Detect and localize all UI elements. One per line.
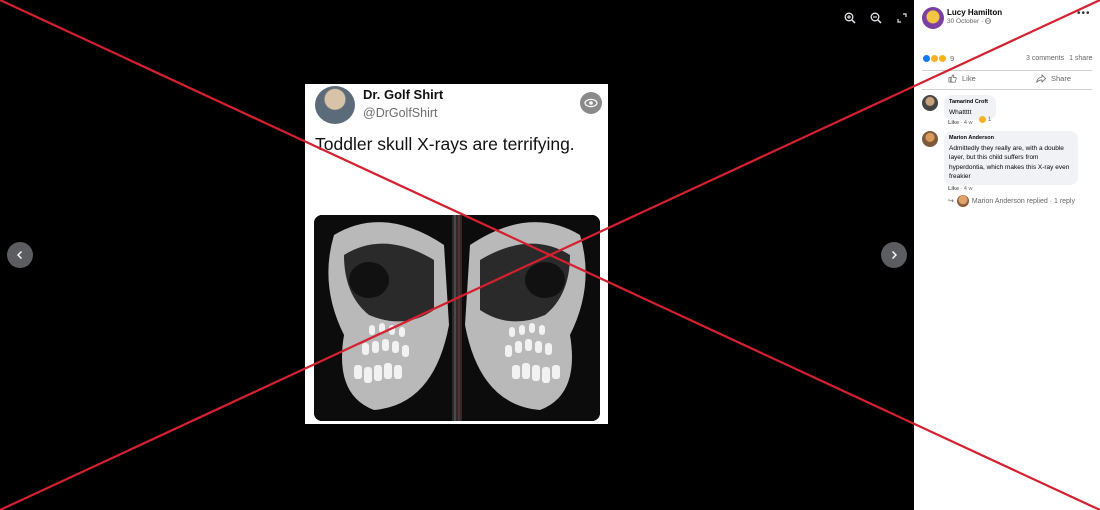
like-button[interactable]: Like: [948, 74, 976, 83]
divider: [922, 70, 1092, 71]
comment-text: Admittedly they really are, with a doubl…: [949, 144, 1070, 181]
next-photo-button[interactable]: [881, 242, 907, 268]
comment-bubble: Marion Anderson Admittedly they really a…: [944, 131, 1078, 185]
comment-like-button[interactable]: Like: [948, 186, 959, 192]
comment-author[interactable]: Tamarind Croft: [949, 98, 991, 108]
reply-arrow-icon: ↪: [948, 198, 954, 205]
photo-viewer: Dr. Golf Shirt @DrGolfShirt Toddler skul…: [0, 0, 1100, 510]
commenter-avatar[interactable]: [922, 95, 938, 111]
thumbs-up-icon: [948, 74, 957, 83]
skull-xray-image: [314, 215, 600, 421]
haha-reaction-icon: [979, 116, 986, 123]
image-viewer-area: Dr. Golf Shirt @DrGolfShirt Toddler skul…: [0, 0, 914, 510]
comment-meta: Like · 4 w: [948, 186, 972, 192]
post-date-text: 30 October ·: [947, 18, 984, 25]
post-details-panel: Lucy Hamilton 30 October · ••• 9 3 comme…: [914, 0, 1100, 510]
tweet-screenshot-image: Dr. Golf Shirt @DrGolfShirt Toddler skul…: [305, 84, 608, 424]
share-button[interactable]: Share: [1036, 74, 1071, 83]
share-label: Share: [1051, 74, 1072, 83]
reaction-count: 9: [950, 54, 955, 63]
globe-icon: [985, 18, 991, 24]
tweet-text: Toddler skull X-rays are terrifying.: [315, 134, 575, 154]
commenter-avatar[interactable]: [922, 131, 938, 147]
chevron-left-icon: [17, 251, 22, 259]
zoom-out-icon[interactable]: [868, 10, 884, 26]
comment-reaction-badge[interactable]: 1: [979, 116, 991, 123]
viewer-toolbar: [842, 10, 910, 26]
comment-author[interactable]: Marion Anderson: [949, 134, 1073, 144]
reactions-summary[interactable]: 9: [922, 54, 954, 63]
share-icon: [1036, 74, 1046, 83]
chevron-right-icon: [892, 251, 897, 259]
poster-name[interactable]: Lucy Hamilton: [947, 8, 1002, 17]
reply-summary: Marion Anderson replied · 1 reply: [971, 197, 1075, 205]
comment-reaction-count: 1: [988, 116, 992, 123]
more-options-icon[interactable]: •••: [1077, 8, 1091, 19]
eye-icon: [580, 92, 602, 114]
divider: [922, 89, 1092, 90]
replier-avatar: [956, 195, 969, 207]
comment-time: · 4 w: [960, 120, 973, 126]
comment-time: · 4 w: [960, 186, 973, 192]
tweet-author-handle: @DrGolfShirt: [363, 106, 438, 120]
tweet-avatar: [315, 86, 355, 124]
haha-reaction-icon: [938, 54, 947, 63]
zoom-in-icon[interactable]: [842, 10, 858, 26]
tweet-author-name: Dr. Golf Shirt: [363, 87, 444, 102]
comment-like-button[interactable]: Like: [948, 120, 959, 126]
comments-count[interactable]: 3 comments: [1026, 55, 1064, 62]
post-stats: 3 comments 1 share: [1026, 55, 1092, 62]
comment-meta: Like · 4 w: [948, 120, 972, 126]
post-date[interactable]: 30 October ·: [947, 18, 991, 25]
shares-count[interactable]: 1 share: [1069, 55, 1092, 62]
fullscreen-icon[interactable]: [894, 10, 910, 26]
poster-avatar[interactable]: [922, 7, 944, 29]
previous-photo-button[interactable]: [7, 242, 33, 268]
like-label: Like: [962, 74, 976, 83]
view-replies-link[interactable]: ↪ Marion Anderson replied · 1 reply: [948, 195, 1075, 207]
